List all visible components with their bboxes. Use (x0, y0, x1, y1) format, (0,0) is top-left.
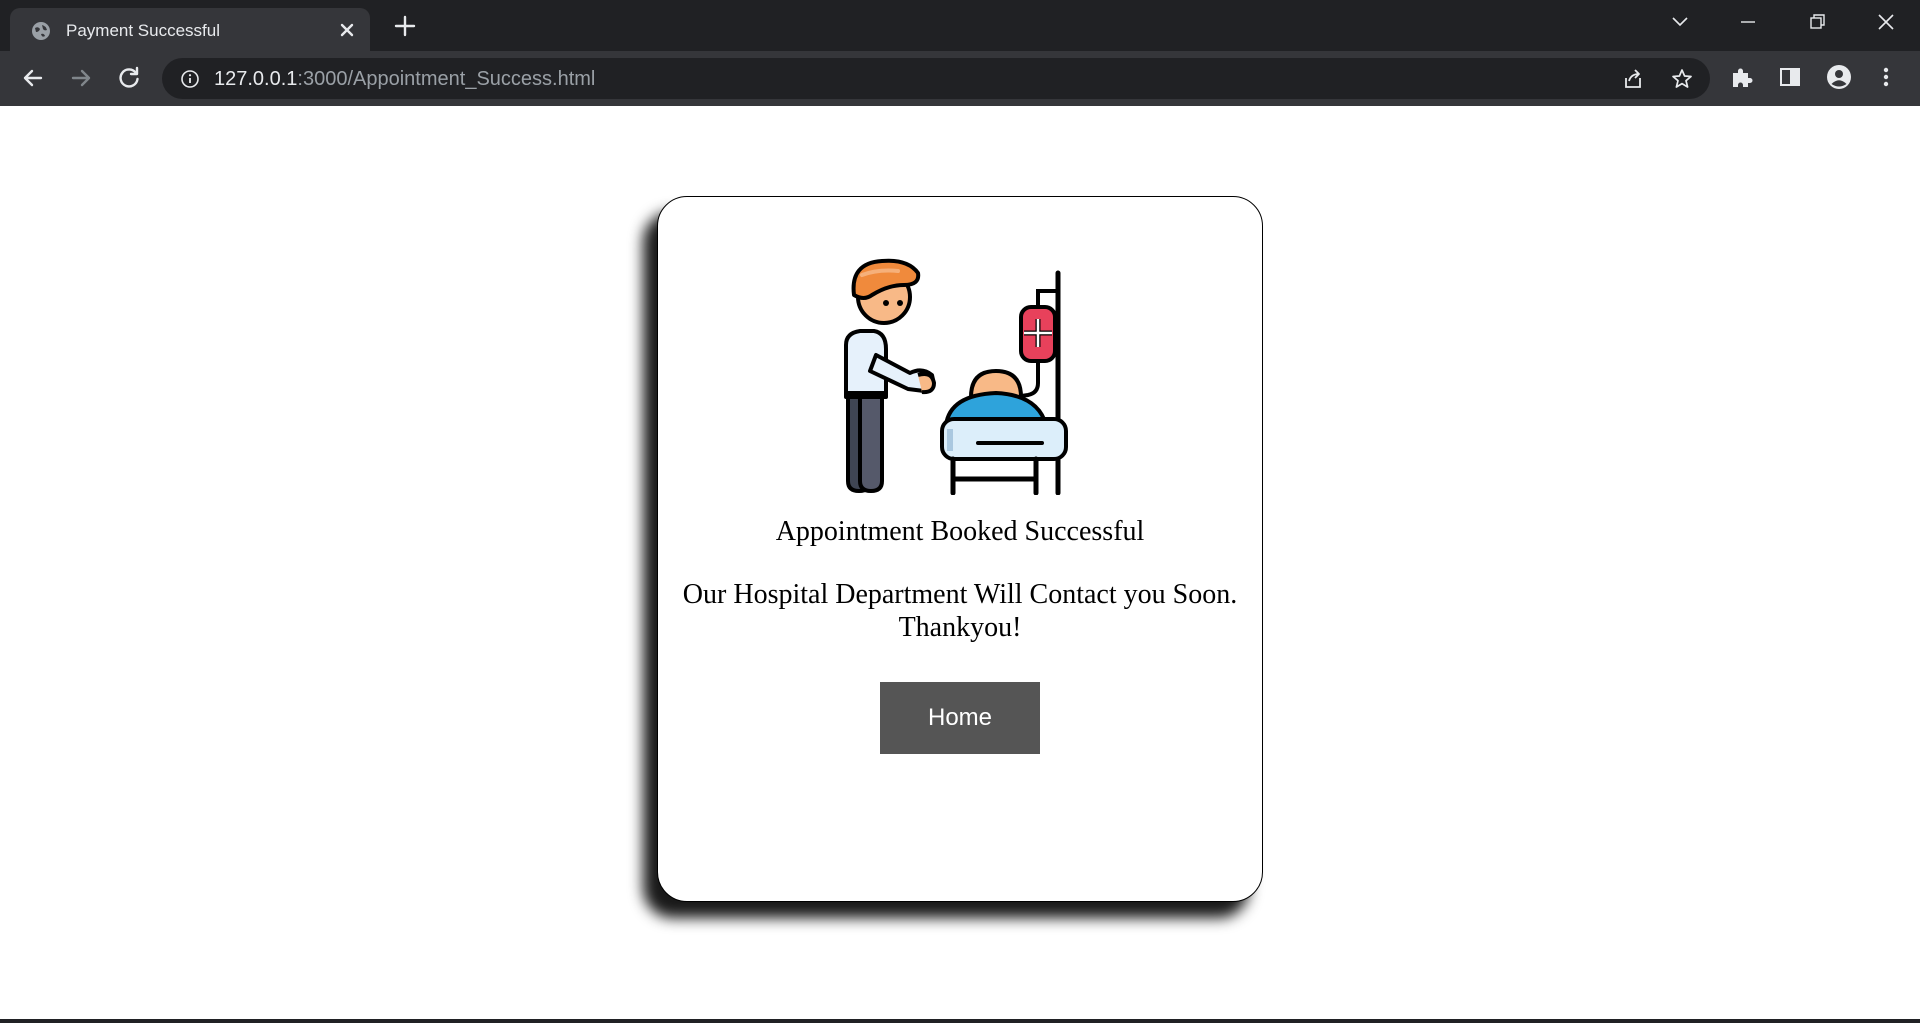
window-close-icon[interactable] (1871, 10, 1901, 34)
reload-icon[interactable] (115, 64, 143, 92)
puzzle-icon[interactable] (1729, 64, 1755, 90)
info-icon[interactable] (180, 69, 200, 89)
tab-title: Payment Successful (66, 21, 221, 40)
bottom-edge (0, 1019, 1920, 1023)
side-panel-icon[interactable] (1777, 64, 1803, 90)
profile-icon[interactable] (1826, 64, 1852, 90)
restore-icon[interactable] (1802, 10, 1832, 34)
share-icon[interactable] (1622, 68, 1644, 90)
kebab-menu-icon[interactable] (1873, 64, 1899, 90)
success-card: Appointment Booked Successful Our Hospit… (657, 196, 1263, 902)
url-host: 127.0.0.1 (214, 68, 298, 90)
home-button[interactable]: Home (880, 682, 1040, 754)
back-arrow-icon[interactable] (19, 64, 47, 92)
browser-tab[interactable]: Payment Successful (10, 8, 370, 51)
browser-tab-strip: Payment Successful (0, 0, 1920, 51)
address-bar[interactable]: 127.0.0.1:3000/Appointment_Success.html (162, 58, 1710, 99)
doctor-patient-bed-iv-icon (844, 258, 1068, 495)
globe-icon (32, 22, 50, 40)
success-title: Appointment Booked Successful (775, 516, 1145, 547)
success-message: Our Hospital Department Will Contact you… (658, 578, 1262, 644)
chevron-down-icon[interactable] (1665, 10, 1695, 34)
close-icon[interactable] (336, 19, 358, 41)
plus-icon[interactable] (392, 13, 418, 39)
message-line-2: Thankyou! (898, 612, 1022, 643)
minimize-icon[interactable] (1733, 10, 1763, 34)
browser-toolbar: 127.0.0.1:3000/Appointment_Success.html (0, 51, 1920, 106)
forward-arrow-icon[interactable] (67, 64, 95, 92)
message-line-1: Our Hospital Department Will Contact you… (682, 579, 1238, 610)
url-text[interactable]: 127.0.0.1:3000/Appointment_Success.html (214, 68, 595, 90)
page-content: Appointment Booked Successful Our Hospit… (0, 106, 1920, 1023)
url-path: :3000/Appointment_Success.html (297, 68, 596, 90)
star-icon[interactable] (1671, 68, 1693, 90)
